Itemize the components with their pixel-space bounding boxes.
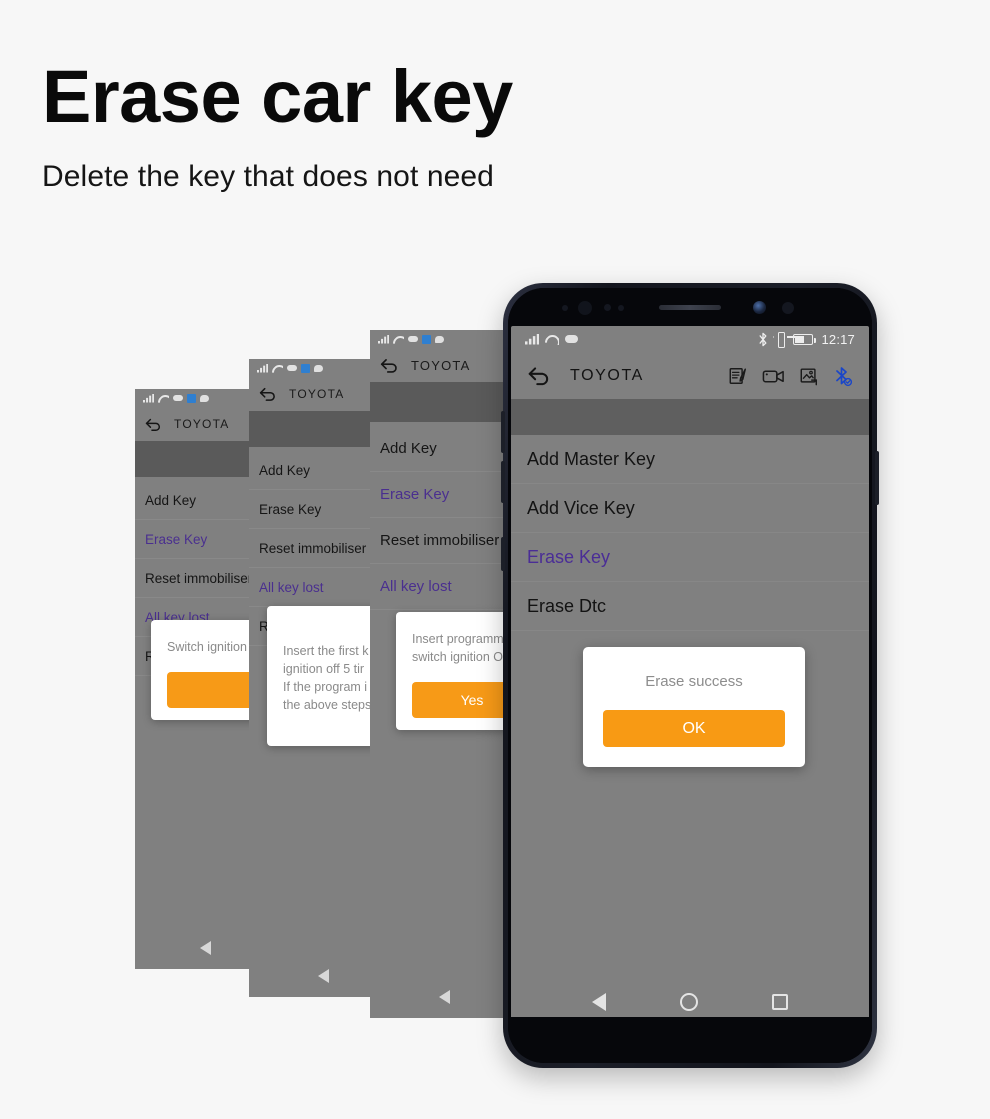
back-arrow-icon[interactable]: [380, 357, 399, 374]
cloud-icon: [287, 365, 297, 371]
earpiece-grille: [659, 305, 721, 310]
sensor-icon: [782, 302, 794, 314]
bluetooth-connected-icon[interactable]: [833, 365, 853, 387]
back-nav-icon[interactable]: [317, 969, 329, 983]
screenshot-icon[interactable]: [799, 366, 819, 386]
battery-icon: [793, 333, 816, 345]
ghost3-status-bar: [370, 330, 518, 348]
menu-item-erase-dtc[interactable]: Erase Dtc: [511, 582, 869, 631]
cloud-icon: [565, 335, 578, 343]
erase-success-dialog: Erase success OK: [583, 647, 805, 767]
ghost3-brand: TOYOTA: [411, 357, 471, 373]
volume-down-button[interactable]: [501, 461, 505, 503]
wifi-icon: [272, 364, 283, 373]
wifi-icon: [158, 394, 169, 403]
assistant-button[interactable]: [501, 537, 505, 571]
back-nav-icon[interactable]: [438, 990, 450, 1004]
signal-icon: [257, 363, 268, 373]
volume-up-button[interactable]: [501, 411, 505, 453]
dialog-message: Erase success: [645, 673, 743, 690]
vibrate-icon: [774, 332, 787, 348]
wifi-icon: [545, 334, 559, 345]
page-title: Erase car key: [42, 55, 513, 138]
list-item[interactable]: All key lost: [370, 564, 518, 610]
app-bar-tools: [728, 365, 853, 387]
app-icon: [187, 393, 196, 403]
ghost3-nav-bar: [370, 976, 518, 1018]
app-icon: [422, 334, 431, 344]
page-root: Erase car key Delete the key that does n…: [0, 0, 990, 1119]
menu-item-add-vice-key[interactable]: Add Vice Key: [511, 484, 869, 533]
video-record-icon[interactable]: [762, 366, 785, 386]
signal-icon: [143, 393, 154, 403]
page-subtitle: Delete the key that does not need: [42, 160, 494, 193]
phone-screen: 12:17 TOYOTA Add Master Key Add Vice Key…: [511, 326, 869, 1026]
main-menu-list: Add Master Key Add Vice Key Erase Key Er…: [511, 435, 869, 631]
list-item[interactable]: Add Key: [370, 426, 518, 472]
proximity-sensor-icon: [562, 305, 568, 311]
main-dark-band: [511, 399, 869, 435]
status-time: 12:17: [821, 331, 855, 347]
phone-body: 12:17 TOYOTA Add Master Key Add Vice Key…: [508, 288, 872, 1063]
ghost3-dark-band: [370, 382, 518, 422]
power-button[interactable]: [875, 451, 879, 505]
app-brand-title: TOYOTA: [570, 366, 644, 384]
home-nav-icon[interactable]: [680, 993, 698, 1011]
ghost1-brand: TOYOTA: [174, 417, 230, 431]
ghost3-menu: Add Key Erase Key Reset immobiliser E Al…: [370, 422, 518, 610]
cloud-icon: [173, 395, 183, 401]
message-icon: [200, 394, 209, 402]
phone-top-bezel: [508, 288, 872, 329]
menu-item-erase-key[interactable]: Erase Key: [511, 533, 869, 582]
ghost3-app-bar[interactable]: TOYOTA: [370, 348, 518, 382]
back-nav-icon[interactable]: [199, 941, 211, 955]
back-arrow-icon[interactable]: [145, 417, 162, 432]
bluetooth-icon: [758, 332, 768, 347]
cloud-icon: [408, 336, 418, 342]
wifi-icon: [393, 335, 404, 344]
note-edit-icon[interactable]: [728, 366, 748, 386]
phone-bottom-bezel: [508, 1017, 872, 1063]
list-item[interactable]: Reset immobiliser E: [370, 518, 518, 564]
back-arrow-icon[interactable]: [259, 386, 277, 402]
back-nav-icon[interactable]: [592, 993, 606, 1011]
iris-scanner-icon: [578, 301, 592, 315]
message-icon: [314, 364, 323, 372]
back-arrow-icon[interactable]: [527, 365, 553, 387]
recents-nav-icon[interactable]: [772, 994, 788, 1010]
app-icon: [301, 363, 310, 373]
menu-item-add-master-key[interactable]: Add Master Key: [511, 435, 869, 484]
dialog-ok-button[interactable]: OK: [603, 710, 785, 747]
main-status-bar: 12:17: [511, 326, 869, 352]
front-camera-icon: [753, 301, 766, 314]
ghost2-brand: TOYOTA: [289, 387, 345, 401]
main-app-bar: TOYOTA: [511, 352, 869, 399]
message-icon: [435, 335, 444, 343]
list-item[interactable]: Erase Key: [370, 472, 518, 518]
light-sensor-icon: [604, 304, 611, 311]
signal-icon: [378, 334, 389, 344]
led-indicator-icon: [618, 305, 624, 311]
signal-icon: [525, 333, 539, 345]
main-phone: 12:17 TOYOTA Add Master Key Add Vice Key…: [501, 283, 879, 1068]
